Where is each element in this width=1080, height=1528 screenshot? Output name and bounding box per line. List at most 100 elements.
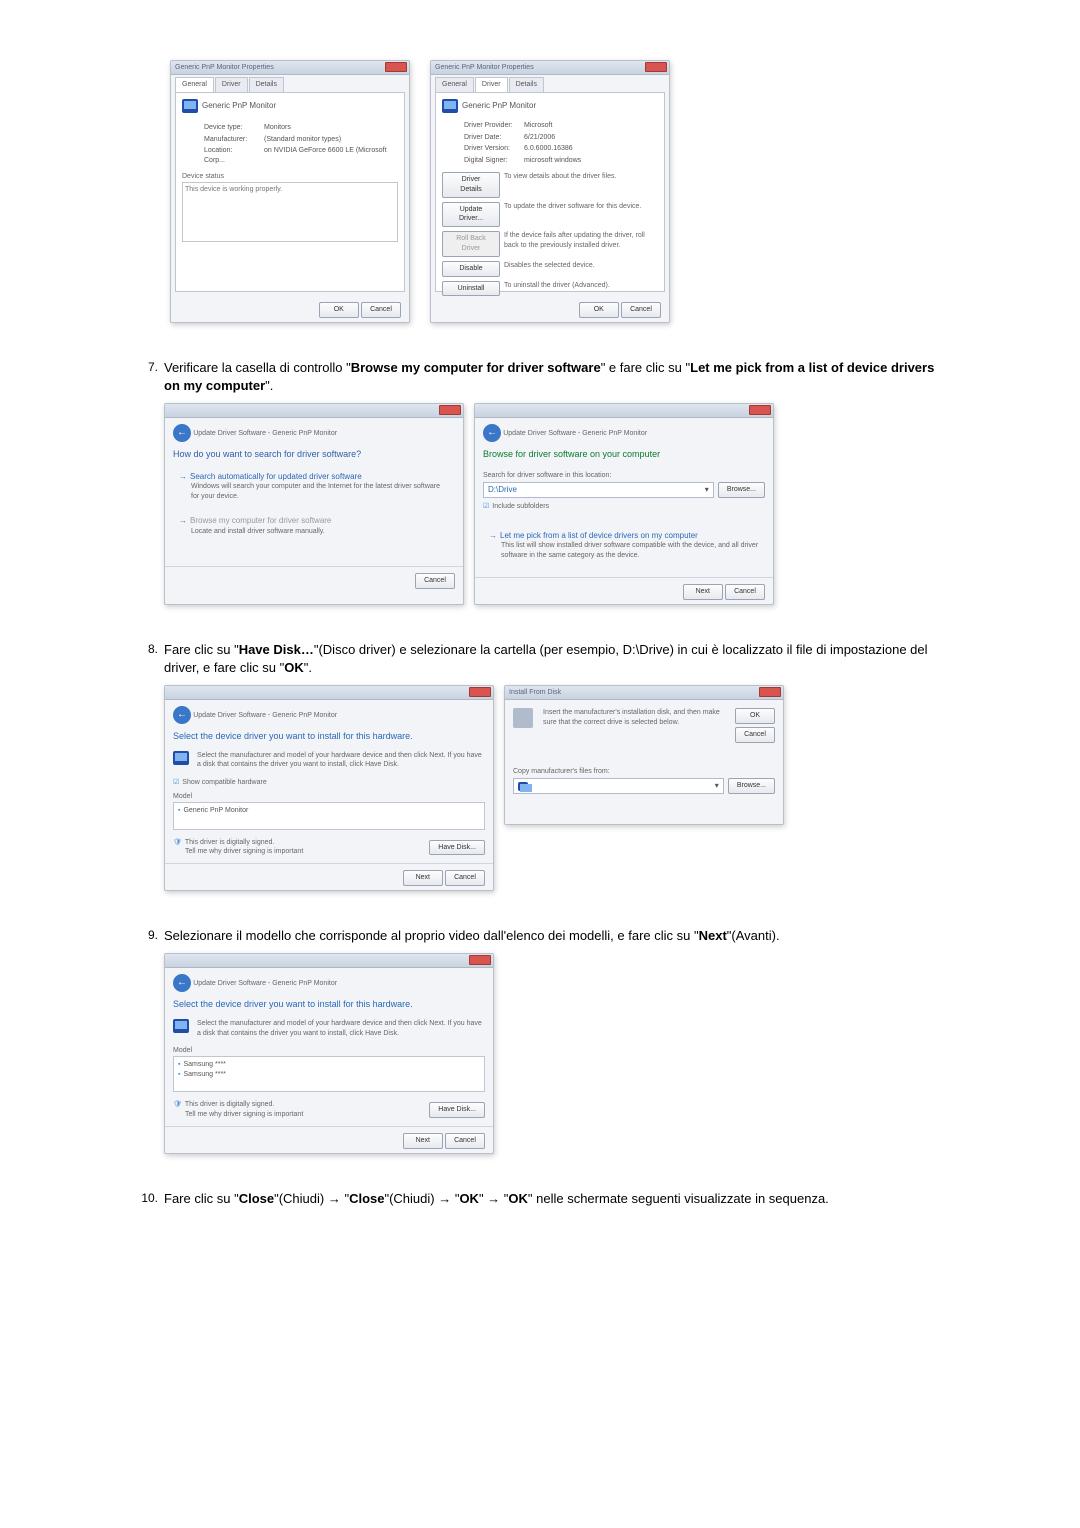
cancel-button[interactable]: Cancel: [361, 302, 401, 318]
include-subfolders-checkbox[interactable]: ☑: [483, 503, 489, 510]
option-pick-desc: This list will show installed driver sof…: [501, 541, 759, 561]
close-icon[interactable]: [645, 62, 667, 72]
model-item[interactable]: Generic PnP Monitor: [183, 807, 248, 814]
update-driver-desc: To update the driver software for this d…: [504, 202, 658, 228]
tab-driver[interactable]: Driver: [475, 77, 508, 92]
properties-general-window: Generic PnP Monitor Properties General D…: [170, 60, 410, 323]
tab-details[interactable]: Details: [249, 77, 284, 92]
have-disk-button[interactable]: Have Disk...: [429, 840, 485, 856]
have-disk-button[interactable]: Have Disk...: [429, 1102, 485, 1118]
wizard-heading: Select the device driver you want to ins…: [173, 998, 485, 1011]
tellme-link[interactable]: Tell me why driver signing is important: [185, 847, 429, 857]
cancel-button[interactable]: Cancel: [445, 870, 485, 886]
next-button[interactable]: Next: [403, 870, 443, 886]
step-number-9: 9.: [140, 927, 164, 1154]
browse-button[interactable]: Browse...: [728, 778, 775, 794]
model-item[interactable]: Samsung ****: [183, 1071, 225, 1078]
signed-label: This driver is digitally signed.: [185, 1101, 274, 1108]
tab-general[interactable]: General: [175, 77, 214, 92]
show-compatible-label: Show compatible hardware: [182, 779, 266, 786]
tab-general[interactable]: General: [435, 77, 474, 92]
show-compatible-checkbox[interactable]: ☑: [173, 779, 179, 786]
drive-icon: [518, 782, 528, 791]
path-combobox[interactable]: D:\Drive ▾: [483, 482, 714, 498]
model-listbox[interactable]: ▪Generic PnP Monitor: [173, 802, 485, 830]
uninstall-desc: To uninstall the driver (Advanced).: [504, 281, 658, 297]
option-search-auto-desc: Windows will search your computer and th…: [191, 482, 449, 502]
next-button[interactable]: Next: [683, 584, 723, 600]
close-icon[interactable]: [759, 687, 781, 697]
option-pick-from-list[interactable]: →Let me pick from a list of device drive…: [489, 530, 759, 541]
device-heading: Generic PnP Monitor: [202, 101, 276, 110]
signed-label: This driver is digitally signed.: [185, 839, 274, 846]
tab-driver[interactable]: Driver: [215, 77, 248, 92]
cancel-button[interactable]: Cancel: [621, 302, 661, 318]
option-browse-computer[interactable]: →Browse my computer for driver software: [179, 515, 449, 526]
provider-value: Microsoft: [524, 122, 552, 129]
close-icon[interactable]: [469, 687, 491, 697]
tab-details[interactable]: Details: [509, 77, 544, 92]
step-number-10: 10.: [140, 1190, 164, 1216]
step-number-7: 7.: [140, 359, 164, 605]
disable-button[interactable]: Disable: [442, 261, 500, 277]
step9-text: Selezionare il modello che corrisponde a…: [164, 927, 940, 945]
back-arrow-icon[interactable]: ←: [173, 706, 191, 724]
back-arrow-icon[interactable]: ←: [173, 974, 191, 992]
option-search-auto[interactable]: →Search automatically for updated driver…: [179, 471, 449, 482]
wizard-heading: Browse for driver software on your compu…: [483, 448, 765, 461]
disable-desc: Disables the selected device.: [504, 261, 658, 277]
install-instr: Insert the manufacturer's installation d…: [543, 708, 729, 743]
wizard-select-model-window: ← Update Driver Software - Generic PnP M…: [164, 953, 494, 1153]
back-arrow-icon[interactable]: ←: [483, 424, 501, 442]
close-icon[interactable]: [385, 62, 407, 72]
device-heading: Generic PnP Monitor: [462, 101, 536, 110]
step-number-8: 8.: [140, 641, 164, 892]
ok-button[interactable]: OK: [579, 302, 619, 318]
wizard-select-driver-window: ← Update Driver Software - Generic PnP M…: [164, 685, 494, 891]
devtype-value: Monitors: [264, 124, 291, 131]
device-status-box: This device is working properly.: [182, 182, 398, 242]
cancel-button[interactable]: Cancel: [445, 1133, 485, 1149]
dialog-title: Install From Disk: [509, 689, 561, 696]
drive-combobox[interactable]: ▾: [513, 778, 724, 794]
monitor-icon: [173, 1019, 189, 1033]
browse-button[interactable]: Browse...: [718, 482, 765, 498]
cancel-button[interactable]: Cancel: [725, 584, 765, 600]
wizard-crumb: Update Driver Software - Generic PnP Mon…: [503, 430, 647, 437]
driver-date-value: 6/21/2006: [524, 134, 555, 141]
rollback-desc: If the device fails after updating the d…: [504, 231, 658, 257]
wizard-browse-window: ← Update Driver Software - Generic PnP M…: [474, 403, 774, 605]
driver-version-value: 6.0.6000.16386: [524, 145, 573, 152]
next-button[interactable]: Next: [403, 1133, 443, 1149]
properties-driver-window: Generic PnP Monitor Properties General D…: [430, 60, 670, 323]
monitor-icon: [173, 751, 189, 765]
driver-details-desc: To view details about the driver files.: [504, 172, 658, 198]
wizard-crumb: Update Driver Software - Generic PnP Mon…: [193, 980, 337, 987]
model-header: Model: [173, 792, 485, 802]
tellme-link[interactable]: Tell me why driver signing is important: [185, 1110, 429, 1120]
close-icon[interactable]: [439, 405, 461, 415]
close-icon[interactable]: [749, 405, 771, 415]
cancel-button[interactable]: Cancel: [415, 573, 455, 589]
monitor-icon: [442, 99, 458, 113]
copy-from-label: Copy manufacturer's files from:: [513, 767, 775, 777]
uninstall-button[interactable]: Uninstall: [442, 281, 500, 297]
driver-version-label: Driver Version:: [464, 144, 524, 154]
provider-label: Driver Provider:: [464, 121, 524, 131]
location-label: Location:: [204, 146, 264, 156]
driver-details-button[interactable]: Driver Details: [442, 172, 500, 198]
model-item[interactable]: Samsung ****: [183, 1061, 225, 1068]
window-title: Generic PnP Monitor Properties: [175, 64, 274, 71]
step10-text: Fare clic su "Close"(Chiudi) → "Close"(C…: [164, 1190, 940, 1208]
driver-date-label: Driver Date:: [464, 133, 524, 143]
back-arrow-icon[interactable]: ←: [173, 424, 191, 442]
signer-value: microsoft windows: [524, 157, 581, 164]
model-listbox[interactable]: ▪Samsung **** ▪Samsung ****: [173, 1056, 485, 1092]
option-browse-desc: Locate and install driver software manua…: [191, 527, 449, 537]
close-icon[interactable]: [469, 955, 491, 965]
model-header: Model: [173, 1046, 485, 1056]
cancel-button[interactable]: Cancel: [735, 727, 775, 743]
ok-button[interactable]: OK: [735, 708, 775, 724]
ok-button[interactable]: OK: [319, 302, 359, 318]
update-driver-button[interactable]: Update Driver...: [442, 202, 500, 228]
